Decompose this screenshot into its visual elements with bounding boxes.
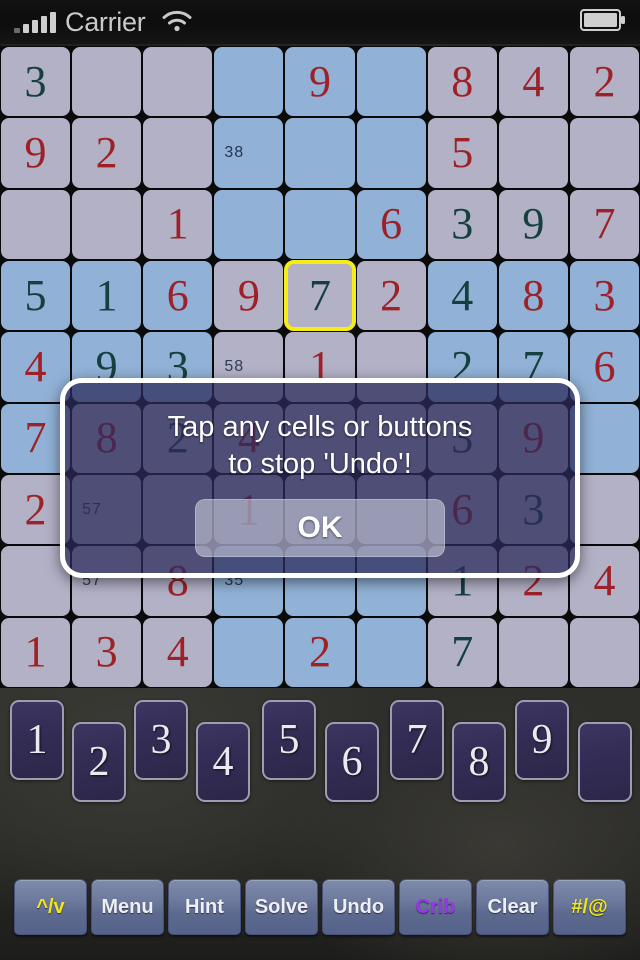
grid-cell-r2c9[interactable] bbox=[568, 117, 640, 189]
bottom-toolbar: ^/v Menu Hint Solve Undo Crib Clear #/@ bbox=[0, 876, 640, 938]
grid-cell-r9c5[interactable]: 2 bbox=[284, 616, 356, 688]
grid-cell-r1c3[interactable] bbox=[142, 46, 214, 118]
grid-cell-r3c2[interactable] bbox=[71, 188, 143, 260]
grid-cell-r2c5[interactable] bbox=[284, 117, 356, 189]
grid-cell-r4c8[interactable]: 8 bbox=[497, 260, 569, 332]
toolbar-button-clear[interactable]: Clear bbox=[476, 879, 549, 935]
toolbar-button-updown[interactable]: ^/v bbox=[14, 879, 87, 935]
number-button-4[interactable]: 4 bbox=[196, 722, 250, 802]
toolbar-button-solve[interactable]: Solve bbox=[245, 879, 318, 935]
signal-bars-icon bbox=[14, 11, 56, 33]
grid-cell-r2c8[interactable] bbox=[497, 117, 569, 189]
grid-cell-r1c2[interactable] bbox=[71, 46, 143, 118]
grid-cell-r3c8[interactable]: 9 bbox=[497, 188, 569, 260]
grid-cell-r1c6[interactable] bbox=[355, 46, 427, 118]
grid-cell-r9c9[interactable] bbox=[568, 616, 640, 688]
grid-cell-r3c3[interactable]: 1 bbox=[142, 188, 214, 260]
grid-cell-r3c9[interactable]: 7 bbox=[568, 188, 640, 260]
undo-notice-dialog: Tap any cells or buttons to stop 'Undo'!… bbox=[60, 378, 580, 578]
toolbar-button-menu[interactable]: Menu bbox=[91, 879, 164, 935]
grid-cell-r9c3[interactable]: 4 bbox=[142, 616, 214, 688]
number-button-2[interactable]: 2 bbox=[72, 722, 126, 802]
number-button-7[interactable]: 7 bbox=[390, 700, 444, 780]
toolbar-button-hashat[interactable]: #/@ bbox=[553, 879, 626, 935]
grid-cell-r5c9[interactable]: 6 bbox=[568, 331, 640, 403]
wifi-icon bbox=[161, 8, 193, 37]
grid-cell-r4c2[interactable]: 1 bbox=[71, 260, 143, 332]
number-button-5[interactable]: 5 bbox=[262, 700, 316, 780]
grid-cell-r2c3[interactable] bbox=[142, 117, 214, 189]
toolbar-button-crib[interactable]: Crib bbox=[399, 879, 472, 935]
grid-cell-r3c7[interactable]: 3 bbox=[426, 188, 498, 260]
number-button-9[interactable]: 9 bbox=[515, 700, 569, 780]
grid-cell-r9c1[interactable]: 1 bbox=[0, 616, 72, 688]
grid-cell-r1c4[interactable] bbox=[213, 46, 285, 118]
grid-cell-r3c6[interactable]: 6 bbox=[355, 188, 427, 260]
number-button-8[interactable]: 8 bbox=[452, 722, 506, 802]
grid-cell-r9c4[interactable] bbox=[213, 616, 285, 688]
grid-cell-r1c9[interactable]: 2 bbox=[568, 46, 640, 118]
carrier-label: Carrier bbox=[65, 6, 146, 37]
grid-cell-r4c5[interactable]: 7 bbox=[284, 260, 356, 332]
grid-cell-r4c6[interactable]: 2 bbox=[355, 260, 427, 332]
sudoku-grid[interactable]: 3984292385163975169724834935812767824392… bbox=[0, 46, 640, 688]
grid-cell-r2c4[interactable]: 38 bbox=[213, 117, 285, 189]
cell-note: 38 bbox=[224, 143, 245, 161]
number-button-6[interactable]: 6 bbox=[325, 722, 379, 802]
sudoku-app-screen: Carrier 3 9 8 4 2 9 2 38 5 1 6 3 9 7 5 1 6 9 7 2 4 8 3 4 9 3 58 1 2 7… bbox=[0, 0, 640, 960]
grid-cell-r4c4[interactable]: 9 bbox=[213, 260, 285, 332]
grid-cell-r9c7[interactable]: 7 bbox=[426, 616, 498, 688]
battery-icon bbox=[580, 8, 626, 36]
grid-cell-r3c5[interactable] bbox=[284, 188, 356, 260]
grid-cell-r2c2[interactable]: 2 bbox=[71, 117, 143, 189]
number-button-1[interactable]: 1 bbox=[10, 700, 64, 780]
toolbar-button-hint[interactable]: Hint bbox=[168, 879, 241, 935]
grid-cell-r4c9[interactable]: 3 bbox=[568, 260, 640, 332]
dialog-ok-button[interactable]: OK bbox=[195, 499, 445, 558]
grid-cell-r4c7[interactable]: 4 bbox=[426, 260, 498, 332]
status-bar: Carrier bbox=[0, 0, 640, 44]
grid-cell-r2c1[interactable]: 9 bbox=[0, 117, 72, 189]
number-button-erase[interactable] bbox=[578, 722, 632, 802]
grid-cell-r1c1[interactable]: 3 bbox=[0, 46, 72, 118]
grid-cell-r9c6[interactable] bbox=[355, 616, 427, 688]
grid-cell-r4c3[interactable]: 6 bbox=[142, 260, 214, 332]
grid-cell-r3c1[interactable] bbox=[0, 188, 72, 260]
grid-cell-r1c7[interactable]: 8 bbox=[426, 46, 498, 118]
grid-cell-r1c8[interactable]: 4 bbox=[497, 46, 569, 118]
grid-cell-r9c8[interactable] bbox=[497, 616, 569, 688]
grid-cell-r2c6[interactable] bbox=[355, 117, 427, 189]
dialog-message: Tap any cells or buttons to stop 'Undo'! bbox=[167, 411, 473, 481]
grid-cell-r4c1[interactable]: 5 bbox=[0, 260, 72, 332]
grid-cell-r3c4[interactable] bbox=[213, 188, 285, 260]
number-pad: 123456789 bbox=[0, 692, 640, 856]
number-button-3[interactable]: 3 bbox=[134, 700, 188, 780]
toolbar-button-undo[interactable]: Undo bbox=[322, 879, 395, 935]
grid-cell-r9c2[interactable]: 3 bbox=[71, 616, 143, 688]
grid-cell-r2c7[interactable]: 5 bbox=[426, 117, 498, 189]
grid-cell-r1c5[interactable]: 9 bbox=[284, 46, 356, 118]
cell-note: 58 bbox=[224, 357, 245, 375]
